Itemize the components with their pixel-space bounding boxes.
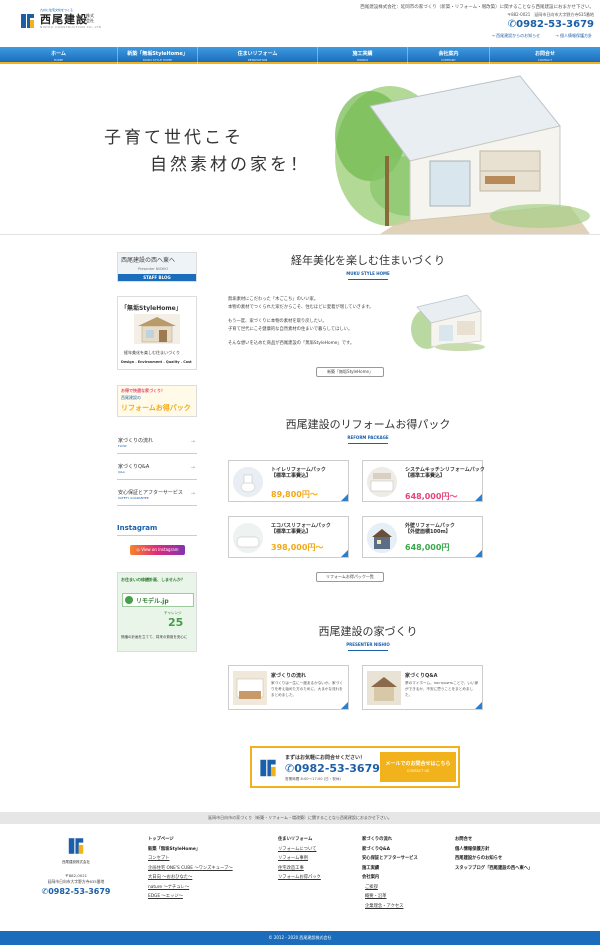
site-header: 九州に住宅文化をつくる 西尾建設 株式 会社 NISHIO CONSTRUCTI…: [0, 0, 600, 44]
hero-house-illustration: [335, 75, 590, 234]
muku-title-underline: [348, 279, 388, 280]
corner-arrow-icon: [475, 494, 482, 501]
muku-section-title: 経年美化を楽しむ住まいづくり: [291, 254, 445, 267]
muku-paragraph-3: そんな想いを込めた商品が西尾建設の「無垢StyleHome」です。: [228, 341, 355, 346]
corner-arrow-icon: [475, 550, 482, 557]
corner-arrow-icon: [341, 494, 348, 501]
footer-logo-caption: 西尾建設株式会社: [62, 860, 90, 864]
header-link-privacy[interactable]: → 個人情報保護方針: [555, 33, 592, 38]
reform-section-subtitle: REFORM PACKAGE: [347, 435, 389, 440]
muku-house-photo: [411, 294, 485, 351]
phone-icon: ✆: [285, 762, 295, 775]
sidebar-item-guarantee[interactable]: 安心保証とアフターサービス SAFETY GUARANTEE →: [117, 484, 197, 506]
nav-item-muku[interactable]: 新築「無垢StyleHome」 MUKU STYLE HOME: [118, 47, 198, 64]
instagram-divider: [117, 535, 197, 536]
arrow-right-icon: →: [190, 439, 195, 445]
qa-photo: [367, 671, 401, 705]
copyright-bar: © 2012 - 2020 西尾建設株式会社: [0, 931, 600, 945]
footer-address: 〒882-0021 延岡市日向市大字野方寺635番地: [47, 873, 105, 884]
nav-item-home[interactable]: ホーム HOME: [0, 47, 118, 64]
home-section-subtitle: PRESENTER NISHIO: [346, 642, 390, 647]
nav-item-company[interactable]: 会社案内 COMPANY: [408, 47, 490, 64]
remodel-banner[interactable]: お住まいの修繕計画、しませんか？ リモデル.jp チャレンジ 25 修繕の計画を…: [117, 572, 197, 652]
corner-arrow-icon: [341, 702, 348, 709]
home-card-flow[interactable]: 家づくりの流れ 家づくりは一生に一度あるかないか。家づくりを考え始めた方のために…: [228, 665, 349, 710]
arrow-right-icon: →: [190, 491, 195, 497]
instagram-heading: Instagram: [117, 524, 158, 532]
muku-house-thumb: [134, 314, 180, 344]
muku-paragraph-1: 無垢素材にこだわった「木ごこち」のいい家。 本物の素材でつくられた家だからこそ、住…: [228, 297, 374, 310]
hero-banner: 子育て世代こそ 自然素材の家を！: [0, 66, 600, 234]
footer-col-1: トップページ 新築「無垢StyleHome」 コンセプト 企画住宅 ONE'S …: [148, 837, 233, 899]
nav-item-renovation[interactable]: 住まいリフォーム RENOVATION: [198, 47, 318, 64]
nav-item-contact[interactable]: お問合せ CONTACT: [490, 47, 600, 64]
header-intro-text: 西尾建設株式会社：延岡市の家づくり（新築・リフォーム・増改築）に関することなら西…: [360, 5, 594, 10]
mail-contact-button[interactable]: メールでのお問合せはこちら CONTACT US: [380, 752, 456, 782]
contact-banner: まずはお気軽にお問合せください！ ✆0982-53-3679 営業時間 8:00…: [250, 746, 460, 788]
home-title-underline: [348, 650, 388, 651]
corner-arrow-icon: [341, 550, 348, 557]
muku-stylehome-button[interactable]: 新築「無垢StyleHome」: [316, 367, 384, 377]
flow-photo: [233, 671, 267, 705]
nav-item-works[interactable]: 施工実績 WORKS: [318, 47, 408, 64]
footer-logo-icon[interactable]: [66, 836, 86, 856]
footer-col-2: 住まいリフォーム リフォームについて リフォーム事例 住宅改造工事 リフォームお…: [278, 837, 321, 880]
toilet-photo: [233, 467, 263, 497]
sidebar-item-flow[interactable]: 家づくりの流れ FLOW →: [117, 432, 197, 454]
hero-divider: [0, 234, 600, 235]
remodel-leaf-icon: [125, 596, 133, 604]
reform-section-title: 西尾建設のリフォームお得パック: [285, 418, 451, 431]
reform-pack-bath[interactable]: エコバスリフォームパック 【標準工事費込】 398,000円〜: [228, 516, 349, 558]
header-phone[interactable]: ✆0982-53-3679: [508, 19, 594, 30]
home-section-title: 西尾建設の家づくり: [318, 625, 418, 638]
exterior-photo: [367, 523, 397, 553]
global-nav: ホーム HOME 新築「無垢StyleHome」 MUKU STYLE HOME 住…: [0, 47, 600, 64]
header-links: → 西尾建設からのお知らせ → 個人情報保護方針: [478, 33, 592, 39]
reform-pack-exterior[interactable]: 外壁リフォームパック 【外壁面積100m】 648,000円: [362, 516, 483, 558]
footer-col-3: 家づくりの流れ 家づくりQ&A 安心保証とアフターサービス 施工実績 会社案内 …: [362, 837, 418, 909]
reform-pack-toilet[interactable]: トイレリフォームパック 【標準工事費込】 89,800円〜: [228, 460, 349, 502]
kitchen-photo: [367, 467, 397, 497]
hero-copy-line2: 自然素材の家を！: [150, 155, 310, 175]
reform-title-underline: [348, 443, 388, 444]
reform-pack-banner[interactable]: お得で快適な家づくり！ 西尾建設の リフォームお得パック: [117, 385, 197, 417]
reform-pack-kitchen[interactable]: システムキッチンリフォームパック 【標準工事費込】 648,000円〜: [362, 460, 485, 502]
reform-pack-list-button[interactable]: リフォームお得パック一覧: [316, 572, 384, 582]
header-address: 〒882-0021 延岡市日向市大字野方寺635番地: [507, 12, 594, 17]
phone-icon: ✆: [507, 19, 517, 30]
footer-band: 延岡市日向市の家づくり（新築・リフォーム・増改築）に関することなら西尾建設におま…: [0, 812, 600, 824]
bath-photo: [233, 523, 263, 553]
muku-paragraph-2: もう一度、家づくりに本物の素材を取り戻したい。 子育て世代にこそ健康的な自然素材の…: [228, 319, 353, 332]
arrow-right-icon: →: [190, 465, 195, 471]
muku-stylehome-banner[interactable]: 「無垢StyleHome」 経年美化を楽しむ住まいづくり Design . En…: [117, 296, 197, 370]
company-logo-icon: [260, 759, 276, 777]
header-link-news[interactable]: → 西尾建設からのお知らせ: [492, 33, 541, 38]
hero-copy-line1: 子育て世代こそ: [104, 128, 244, 148]
instagram-button[interactable]: ◎ View on Instagram: [130, 545, 185, 555]
company-logo-icon[interactable]: [19, 12, 36, 30]
home-card-qa[interactable]: 家づくりQ&A 夢のマイホーム。построитьことで、いい家ができるか、不安…: [362, 665, 483, 710]
corner-arrow-icon: [475, 702, 482, 709]
contact-phone[interactable]: ✆0982-53-3679: [285, 762, 380, 775]
footer-phone[interactable]: ✆0982-53-3679: [40, 887, 112, 896]
footer-col-4: お問合せ 個人情報保護方針 西尾建設からのお知らせ スタッフブログ「西尾建設の西…: [455, 837, 533, 871]
staff-blog-banner[interactable]: 西尾建設の西へ東へ Presenter NISHIO STAFF BLOG: [117, 252, 197, 282]
logo-suffix: 株式 会社: [86, 13, 94, 23]
sidebar-item-qa[interactable]: 家づくりQ&A Q&A →: [117, 458, 197, 480]
logo-english: NISHIO CONSTRUCTION CO.,LTD: [40, 25, 102, 29]
muku-section-subtitle: MUKU STYLE HOME: [346, 271, 390, 276]
